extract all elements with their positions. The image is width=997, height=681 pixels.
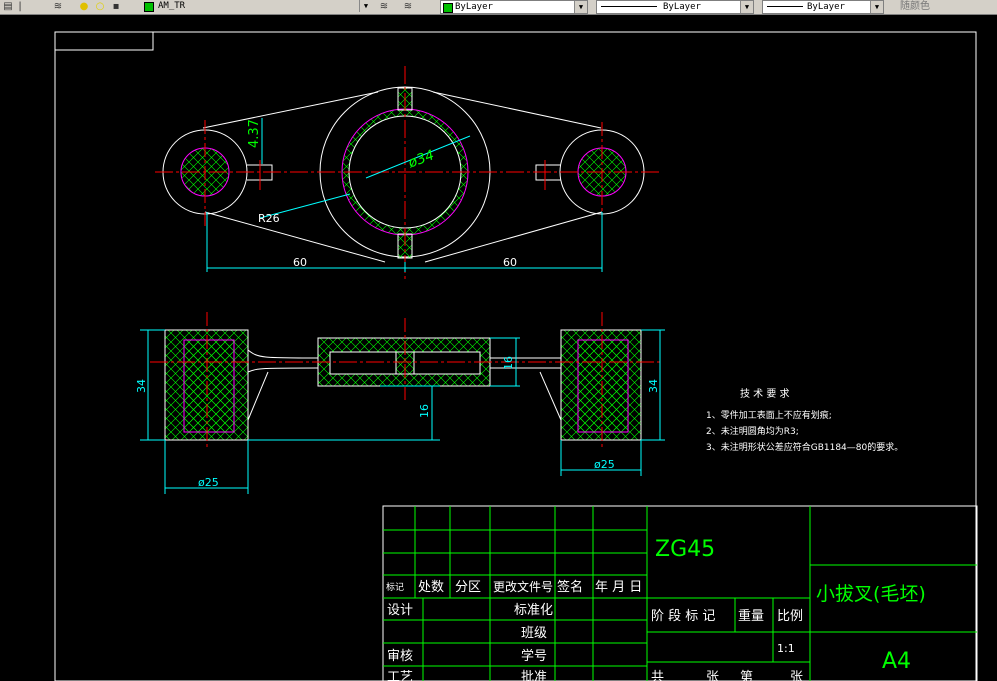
material: ZG45	[655, 537, 715, 562]
header-zone: 分区	[455, 580, 481, 595]
paper-size: A4	[882, 649, 911, 674]
label-approve: 批准	[521, 670, 547, 681]
label-team: 班级	[521, 626, 547, 641]
part-name: 小拔叉(毛坯)	[816, 583, 926, 605]
tech-line-1: 1、零件加工表面上不应有划痕;	[706, 409, 832, 421]
dim-34-left: 34	[135, 379, 148, 393]
dim-60-right: 60	[503, 256, 517, 269]
label-process: 工艺	[387, 670, 413, 681]
frame-corner-box	[54, 31, 154, 51]
header-date: 年 月 日	[595, 580, 642, 595]
side-view	[150, 312, 660, 448]
label-total: 共	[651, 670, 664, 681]
header-sign: 签名	[557, 579, 583, 595]
right-web	[490, 357, 561, 369]
top-view	[155, 66, 660, 282]
label-page: 第	[740, 670, 753, 681]
tech-line-2: 2、未注明圆角均为R3;	[706, 425, 799, 437]
outline-line	[204, 211, 386, 263]
tech-line-3: 3、未注明形状公差应符合GB1184—80的要求。	[706, 441, 903, 453]
title-block: 标记 处数 分区 更改文件号 签名 年 月 日 设计 标准化 班级 审核 学号 …	[382, 505, 978, 681]
header-count: 处数	[418, 580, 444, 595]
scale-value: 1:1	[777, 642, 795, 655]
dim-34-right: 34	[647, 379, 660, 393]
dim-dia25-left: ø25	[198, 476, 219, 489]
dim-16-mid: 16	[418, 404, 431, 418]
dim-r26: R26	[258, 212, 280, 225]
label-sheet2: 张	[790, 670, 803, 681]
dim-16-right: 16	[502, 356, 515, 370]
right-bore-section	[577, 339, 629, 433]
dim-437: 4.37	[247, 119, 262, 148]
drawing-canvas[interactable]: 60 60 ø34 R26 4.37 34 34 16 16 ø25 ø25 技…	[0, 0, 997, 681]
dim-dia25-right: ø25	[594, 458, 615, 471]
outline-line	[424, 211, 603, 263]
left-bore-section	[183, 339, 235, 433]
label-stage-mark: 阶 段 标 记	[651, 609, 715, 624]
label-weight: 重量	[738, 608, 764, 624]
header-mark: 标记	[386, 581, 404, 593]
outline-line	[202, 91, 379, 129]
header-change-doc: 更改文件号	[493, 579, 553, 594]
tech-requirements: 技 术 要 求 1、零件加工表面上不应有划痕; 2、未注明圆角均为R3; 3、未…	[706, 387, 903, 453]
label-design: 设计	[387, 603, 413, 618]
label-review: 审核	[387, 649, 413, 664]
dim-60-left: 60	[293, 256, 307, 269]
label-sheets: 张	[706, 670, 719, 681]
label-student-id: 学号	[521, 648, 547, 664]
label-ratio: 比例	[777, 609, 803, 624]
label-standardize: 标准化	[514, 603, 553, 618]
outline-line	[432, 91, 602, 129]
tech-heading: 技 术 要 求	[740, 387, 790, 400]
left-web	[247, 349, 319, 373]
